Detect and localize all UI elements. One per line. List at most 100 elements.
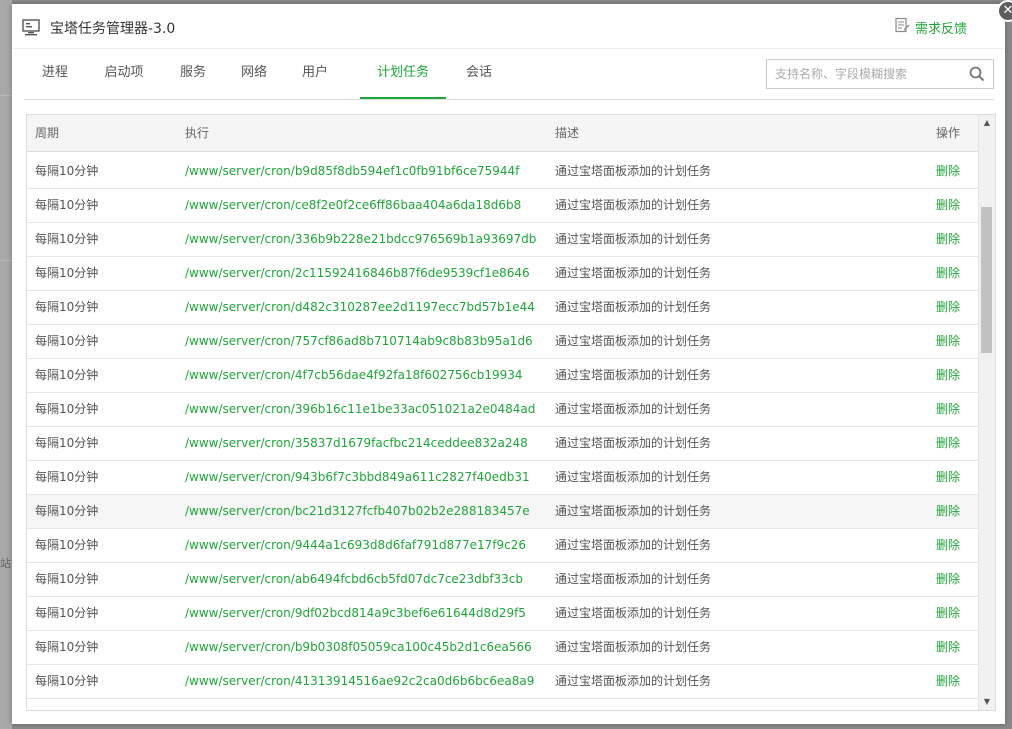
table-row: 每隔10分钟/www/server/cron/35837d1679facfbc2… [27,427,979,461]
table-header: 周期 执行 描述 操作 [27,115,979,152]
delete-button[interactable]: 删除 [936,631,960,664]
scroll-down-arrow-icon[interactable]: ▼ [979,694,995,710]
cell-cycle: 每隔10分钟 [35,402,99,416]
background-divider [0,95,12,96]
table-row: 每隔10分钟/www/server/cron/943b6f7c3bbd849a6… [27,461,979,495]
tab-sessions[interactable]: 会话 [464,49,494,97]
cell-description: 通过宝塔面板添加的计划任务 [555,300,712,314]
cell-exec-path: /www/server/cron/336b9b228e21bdcc976569b… [185,232,537,246]
search-box [766,59,994,89]
cron-table: 周期 执行 描述 操作 每隔10分钟/www/server/cron/b9d85… [26,114,996,711]
cell-cycle: 每隔10分钟 [35,504,99,518]
table-row: 每隔10分钟/www/server/cron/41313914516ae92c2… [27,665,979,699]
cell-exec-path: /www/server/cron/b9b0308f05059ca100c45b2… [185,640,532,654]
table-row: 每隔10分钟/www/server/cron/2c11592416846b87f… [27,257,979,291]
header-cycle: 周期 [35,126,60,140]
delete-button[interactable]: 删除 [936,325,960,358]
table-row: 每隔10分钟/www/server/cron/ab6494fcbd6cb5fd0… [27,563,979,597]
tab-scheduled-tasks[interactable]: 计划任务 [360,49,446,99]
cell-description: 通过宝塔面板添加的计划任务 [555,470,712,484]
cell-cycle: 每隔10分钟 [35,232,99,246]
cell-description: 通过宝塔面板添加的计划任务 [555,368,712,382]
cell-description: 通过宝塔面板添加的计划任务 [555,538,712,552]
cell-description: 通过宝塔面板添加的计划任务 [555,606,712,620]
feedback-label: 需求反馈 [914,21,967,37]
search-input[interactable] [767,60,973,88]
cell-cycle: 每隔10分钟 [35,674,99,688]
background-divider [0,260,12,261]
dialog-title: 宝塔任务管理器-3.0 [50,21,176,37]
delete-button[interactable]: 删除 [936,495,960,528]
tab-startup[interactable]: 启动项 [101,49,147,97]
delete-button[interactable]: 删除 [936,189,960,222]
tab-network[interactable]: 网络 [239,49,269,97]
delete-button[interactable]: 删除 [936,393,960,426]
document-edit-icon [894,17,915,37]
cell-exec-path: /www/server/cron/d482c310287ee2d1197ecc7… [185,300,535,314]
background-page: 站 [0,0,12,729]
cell-cycle: 每隔10分钟 [35,436,99,450]
cell-exec-path: /www/server/cron/bc21d3127fcfb407b02b2e2… [185,504,530,518]
background-partial-text: 站 [0,557,11,570]
delete-button[interactable]: 删除 [936,529,960,562]
cell-description: 通过宝塔面板添加的计划任务 [555,640,712,654]
delete-button[interactable]: 删除 [936,563,960,596]
cell-exec-path: /www/server/cron/35837d1679facfbc214cedd… [185,436,528,450]
cell-description: 通过宝塔面板添加的计划任务 [555,266,712,280]
cell-cycle: 每隔10分钟 [35,300,99,314]
cell-cycle: 每隔10分钟 [35,198,99,212]
cell-cycle: 每隔10分钟 [35,266,99,280]
cell-exec-path: /www/server/cron/b9d85f8db594ef1c0fb91bf… [185,164,520,178]
cell-description: 通过宝塔面板添加的计划任务 [555,572,712,586]
scroll-thumb[interactable] [981,207,992,353]
table-row: 每隔10分钟/www/server/cron/bc21d3127fcfb407b… [27,495,979,529]
table-row: 每隔10分钟/www/server/cron/b9b0308f05059ca10… [27,631,979,665]
dialog-titlebar: 宝塔任务管理器-3.0 需求反馈 [12,4,1005,49]
close-icon[interactable]: ✕ [997,0,1012,22]
cell-exec-path: /www/server/cron/757cf86ad8b710714ab9c8b… [185,334,533,348]
header-exec: 执行 [185,126,210,140]
search-icon[interactable] [969,66,985,85]
delete-button[interactable]: 删除 [936,359,960,392]
cell-cycle: 每隔10分钟 [35,334,99,348]
cell-description: 通过宝塔面板添加的计划任务 [555,674,712,688]
task-manager-dialog: 宝塔任务管理器-3.0 需求反馈 进程 启动项 服务 网络 用户 计划任务 会话 [12,4,1005,724]
cell-cycle: 每隔10分钟 [35,538,99,552]
delete-button[interactable]: 删除 [936,427,960,460]
delete-button[interactable]: 删除 [936,665,960,698]
delete-button[interactable]: 删除 [936,461,960,494]
table-row: 每隔10分钟/www/server/cron/757cf86ad8b710714… [27,325,979,359]
cell-cycle: 每隔10分钟 [35,572,99,586]
tab-users[interactable]: 用户 [300,49,330,97]
delete-button[interactable]: 删除 [936,257,960,290]
table-row: 每隔10分钟/www/server/cron/4f7cb56dae4f92fa1… [27,359,979,393]
cell-exec-path: /www/server/cron/396b16c11e1be33ac051021… [185,402,536,416]
table-row: 每隔10分钟/www/server/cron/9df02bcd814a9c3be… [27,597,979,631]
table-row: 每隔10分钟/www/server/cron/336b9b228e21bdcc9… [27,223,979,257]
delete-button[interactable]: 删除 [936,223,960,256]
delete-button[interactable]: 删除 [936,597,960,630]
delete-button[interactable]: 删除 [936,291,960,324]
cell-description: 通过宝塔面板添加的计划任务 [555,232,712,246]
delete-button[interactable]: 删除 [936,155,960,188]
cell-description: 通过宝塔面板添加的计划任务 [555,164,712,178]
cell-cycle: 每隔10分钟 [35,368,99,382]
cell-description: 通过宝塔面板添加的计划任务 [555,198,712,212]
table-body: 每隔10分钟/www/server/cron/b9d85f8db594ef1c0… [27,155,979,699]
feedback-link[interactable]: 需求反馈 [894,17,967,37]
tab-processes[interactable]: 进程 [40,49,70,97]
cell-exec-path: /www/server/cron/943b6f7c3bbd849a611c282… [185,470,530,484]
scroll-up-arrow-icon[interactable]: ▲ [979,115,995,131]
table-row: 每隔10分钟/www/server/cron/d482c310287ee2d11… [27,291,979,325]
header-desc: 描述 [555,126,580,140]
header-op: 操作 [936,126,961,140]
cell-exec-path: /www/server/cron/ce8f2e0f2ce6ff86baa404a… [185,198,522,212]
cell-description: 通过宝塔面板添加的计划任务 [555,436,712,450]
cell-exec-path: /www/server/cron/41313914516ae92c2ca0d6b… [185,674,535,688]
cell-exec-path: /www/server/cron/4f7cb56dae4f92fa18f6027… [185,368,523,382]
table-row: 每隔10分钟/www/server/cron/ce8f2e0f2ce6ff86b… [27,189,979,223]
vertical-scrollbar[interactable]: ▲ ▼ [978,115,995,710]
table-row: 每隔10分钟/www/server/cron/b9d85f8db594ef1c0… [27,155,979,189]
tab-services[interactable]: 服务 [177,49,209,97]
cell-cycle: 每隔10分钟 [35,470,99,484]
